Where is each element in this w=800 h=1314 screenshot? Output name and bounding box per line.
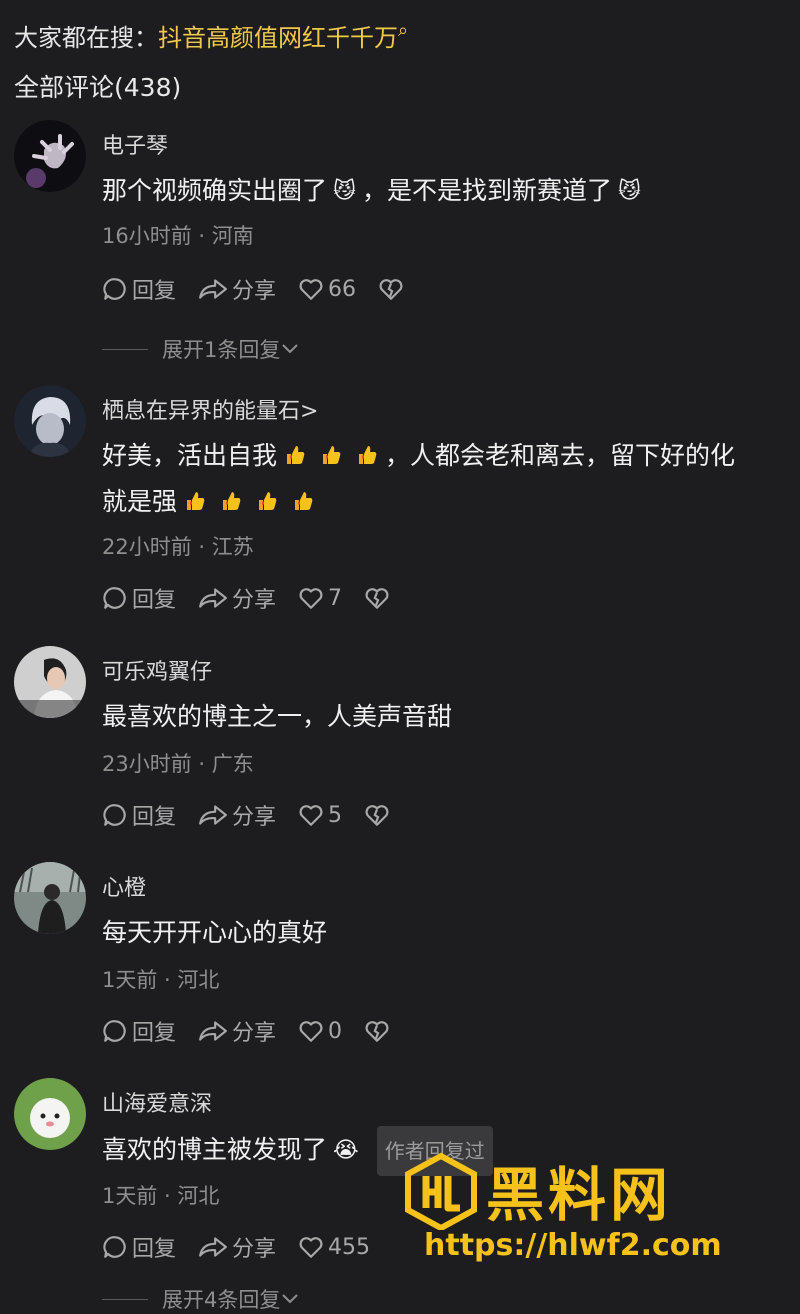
like-button[interactable]: 0 (298, 1019, 342, 1044)
watermark-title: 黑料网 (486, 1161, 673, 1229)
broken-heart-icon (365, 805, 389, 826)
comment-meta: 16小时前 · 河南 (102, 224, 254, 248)
reply-button[interactable]: 回复 (102, 582, 176, 614)
broken-heart-icon (379, 279, 403, 300)
chevron-down-icon (282, 344, 299, 354)
broken-heart-icon (365, 588, 389, 609)
heart-icon (299, 805, 323, 826)
search-icon[interactable]: ⌕ (398, 20, 408, 41)
reply-button[interactable]: 回复 (102, 1015, 176, 1047)
reply-icon (103, 1020, 126, 1042)
like-button[interactable]: 7 (298, 586, 342, 611)
watermark-url: https://hlwf2.com (424, 1228, 722, 1263)
heart-icon (299, 1237, 323, 1258)
share-button[interactable]: 分享 (198, 582, 276, 614)
divider (102, 1298, 148, 1300)
like-count: 5 (328, 802, 343, 828)
like-count: 455 (328, 1234, 371, 1260)
comment-meta: 22小时前 · 江苏 (102, 535, 254, 559)
thumbs-up-icon (295, 492, 313, 510)
divider (102, 348, 148, 350)
comment-actions: 回复 分享 66 (102, 274, 430, 304)
dislike-button[interactable] (364, 586, 394, 610)
avatar[interactable] (14, 120, 86, 192)
reply-icon (103, 1236, 126, 1258)
share-button[interactable]: 分享 (198, 1015, 276, 1047)
dislike-button[interactable] (364, 803, 394, 827)
comment-text: 好美，活出自我 ，人都会老和离去，留下好的化 就是强 (102, 441, 736, 516)
avatar[interactable] (14, 1078, 86, 1150)
thumbs-up-icon (287, 446, 305, 464)
like-count: 7 (328, 585, 343, 611)
comment-count-title: 全部评论(438) (14, 73, 182, 102)
share-button[interactable]: 分享 (198, 1231, 276, 1263)
avatar[interactable] (14, 862, 86, 934)
reply-icon (103, 804, 126, 826)
username[interactable]: 心橙 (102, 870, 146, 902)
like-button[interactable]: 455 (298, 1235, 370, 1260)
username[interactable]: 电子琴 (102, 128, 168, 160)
comment-actions: 回复 分享 7 (102, 583, 416, 613)
hot-search-term[interactable]: 抖音高颜值网红千千万 (158, 24, 398, 52)
dislike-button[interactable] (364, 1019, 394, 1043)
watermark-logo-icon (405, 1152, 477, 1230)
comment-text: 每天开开心心的真好 (102, 918, 328, 947)
share-icon (199, 279, 227, 299)
comment-meta: 23小时前 · 广东 (102, 752, 254, 776)
comment-text: 最喜欢的博主之一，人美声音甜 (102, 702, 453, 731)
share-icon (199, 588, 227, 608)
share-icon (199, 1237, 227, 1257)
expand-replies-button[interactable]: 展开4条回复 (102, 1284, 300, 1314)
comment-actions: 回复 分享 0 (102, 1016, 416, 1046)
broken-heart-icon (365, 1021, 389, 1042)
like-count: 0 (328, 1018, 343, 1044)
thumbs-up-icon (259, 492, 277, 510)
share-button[interactable]: 分享 (198, 799, 276, 831)
expand-replies-button[interactable]: 展开1条回复 (102, 334, 300, 364)
thumbs-up-icon (359, 446, 377, 464)
thumbs-up-icon (323, 446, 341, 464)
comment-meta: 1天前 · 河北 (102, 1184, 220, 1208)
username[interactable]: 山海爱意深 (102, 1086, 212, 1118)
hot-search-bar[interactable]: 大家都在搜：抖音高颜值网红千千万⌕ (14, 18, 408, 53)
hot-search-prefix: 大家都在搜： (14, 24, 158, 52)
username[interactable]: 可乐鸡翼仔 (102, 654, 212, 686)
chevron-down-icon (282, 1294, 299, 1304)
thumbs-up-icon (187, 492, 205, 510)
comment-meta: 1天前 · 河北 (102, 968, 220, 992)
username[interactable]: 栖息在异界的能量石> (102, 393, 318, 425)
crying-emoji-icon: 😭 (333, 1138, 359, 1163)
heart-icon (299, 279, 323, 300)
thumbs-up-icon (223, 492, 241, 510)
cat-emoji-icon: 😼 (617, 179, 641, 204)
reply-button[interactable]: 回复 (102, 799, 176, 831)
reply-icon (103, 278, 126, 300)
share-button[interactable]: 分享 (198, 273, 276, 305)
reply-button[interactable]: 回复 (102, 1231, 176, 1263)
like-count: 66 (328, 276, 357, 302)
watermark: 黑料网 https://hlwf2.com (402, 1148, 800, 1273)
cat-emoji-icon: 😼 (333, 179, 356, 204)
share-icon (199, 1021, 227, 1041)
avatar[interactable] (14, 385, 86, 457)
avatar[interactable] (14, 646, 86, 718)
comment-actions: 回复 分享 455 (102, 1232, 392, 1262)
heart-icon (299, 1021, 323, 1042)
comment-text: 那个视频确实出圈了 😼 ，是不是找到新赛道了 😼 (102, 168, 800, 215)
like-button[interactable]: 5 (298, 803, 342, 828)
dislike-button[interactable] (378, 277, 408, 301)
like-button[interactable]: 66 (298, 277, 356, 302)
reply-icon (103, 587, 126, 609)
heart-icon (299, 588, 323, 609)
share-icon (199, 805, 227, 825)
reply-button[interactable]: 回复 (102, 273, 176, 305)
comment-actions: 回复 分享 5 (102, 800, 416, 830)
